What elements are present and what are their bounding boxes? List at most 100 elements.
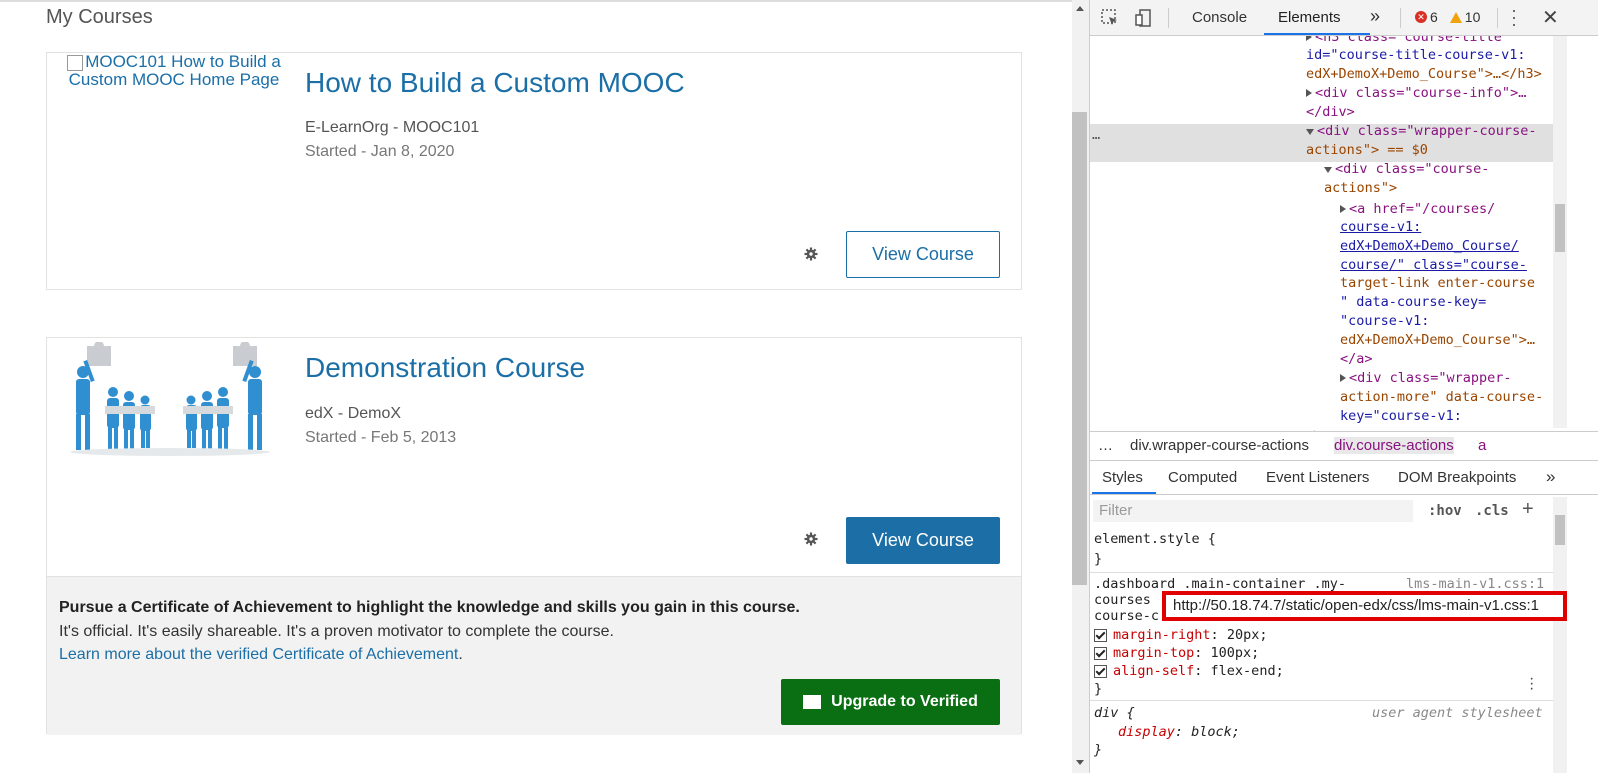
- tab-console[interactable]: Console: [1192, 9, 1247, 26]
- dom-node-line[interactable]: key="course-v1:: [1340, 407, 1462, 426]
- course-image-broken[interactable]: MOOC101 How to Build a Custom MOOC Home …: [59, 53, 289, 88]
- dom-node-line[interactable]: id="course-title-course-v1:: [1306, 46, 1525, 65]
- tab-elements[interactable]: Elements: [1278, 9, 1341, 26]
- breadcrumb-wrapper-course-actions[interactable]: div.wrapper-course-actions: [1130, 437, 1309, 454]
- dom-node-text: </div>: [1306, 104, 1355, 120]
- rule-menu-icon[interactable]: · · ·: [1529, 671, 1534, 697]
- dom-node-line[interactable]: <div class="course-info">…: [1306, 84, 1526, 103]
- property-value[interactable]: flex-end;: [1211, 663, 1284, 679]
- ua-source: user agent stylesheet: [1372, 705, 1543, 721]
- close-devtools-icon[interactable]: ✕: [1542, 5, 1559, 30]
- dom-tree-scrollbar[interactable]: [1553, 36, 1567, 428]
- css-property[interactable]: align-self: flex-end;: [1094, 662, 1284, 680]
- course-org: edX - DemoX: [305, 405, 402, 422]
- view-course-button[interactable]: View Course: [846, 517, 1000, 564]
- dom-node-text: <div class="wrapper-course-: [1317, 123, 1537, 139]
- error-icon: ✕: [1415, 11, 1427, 23]
- expand-triangle-icon[interactable]: [1306, 89, 1312, 97]
- broken-image-icon: [67, 54, 84, 71]
- dom-node-line[interactable]: </a>: [1340, 350, 1373, 369]
- dom-node-line[interactable]: target-link enter-course: [1340, 274, 1535, 293]
- property-value[interactable]: 20px;: [1227, 627, 1268, 643]
- expand-triangle-icon[interactable]: [1306, 36, 1312, 41]
- styles-pane[interactable]: element.style { } .dashboard .main-conta…: [1090, 528, 1553, 773]
- breadcrumb-more[interactable]: …: [1098, 437, 1113, 454]
- property-value: block;: [1191, 724, 1240, 740]
- property-name[interactable]: align-self: [1113, 663, 1194, 679]
- tab-dom-breakpoints[interactable]: DOM Breakpoints: [1398, 469, 1516, 486]
- dom-node-line[interactable]: </div>: [1306, 103, 1355, 122]
- tab-computed[interactable]: Computed: [1168, 469, 1237, 486]
- view-course-button[interactable]: View Course: [846, 231, 1000, 278]
- rule-selector-cont[interactable]: course-c: [1094, 607, 1159, 625]
- dom-node-line[interactable]: "course-v1:: [1340, 312, 1429, 331]
- dom-node-text: edX+DemoX+Demo_Course">…: [1340, 332, 1536, 348]
- lms-dashboard-page: My Courses MOOC101 How to Build a Custom…: [0, 0, 1072, 773]
- dom-node-line[interactable]: action-more" data-course-: [1340, 388, 1543, 407]
- property-checkbox[interactable]: [1094, 664, 1107, 678]
- dom-node-text: </a>: [1340, 351, 1373, 367]
- scroll-up-arrow-icon[interactable]: [1076, 6, 1084, 11]
- dom-node-line[interactable]: course/" class="course-: [1340, 256, 1527, 275]
- course-title-link[interactable]: Demonstration Course: [305, 352, 585, 384]
- course-title-link[interactable]: How to Build a Custom MOOC: [305, 67, 685, 99]
- dom-node-line[interactable]: <div class="course-: [1324, 160, 1489, 179]
- property-checkbox[interactable]: [1094, 628, 1107, 642]
- css-property[interactable]: margin-right: 20px;: [1094, 626, 1267, 644]
- upgrade-to-verified-button[interactable]: Upgrade to Verified: [781, 679, 1000, 725]
- scrollbar-thumb[interactable]: [1555, 204, 1565, 252]
- dom-node-line[interactable]: <div class="wrapper-: [1340, 369, 1512, 388]
- active-tab-indicator: [1092, 492, 1156, 494]
- css-property[interactable]: margin-top: 100px;: [1094, 644, 1259, 662]
- tab-styles[interactable]: Styles: [1102, 469, 1143, 486]
- property-name[interactable]: margin-top: [1113, 645, 1194, 661]
- course-image[interactable]: [65, 342, 275, 458]
- styles-scrollbar[interactable]: [1553, 497, 1567, 773]
- breadcrumb-a[interactable]: a: [1478, 437, 1486, 454]
- source-url-tooltip: http://50.18.74.7/static/open-edx/css/lm…: [1162, 591, 1567, 621]
- ua-property: display: block;: [1118, 724, 1240, 740]
- scrollbar-thumb[interactable]: [1555, 515, 1565, 545]
- dom-node-line[interactable]: " data-course-key=: [1340, 293, 1486, 312]
- dom-node-line[interactable]: edX+DemoX+Demo_Course">…</h3>: [1306, 65, 1542, 84]
- more-panels-icon[interactable]: »: [1546, 467, 1555, 487]
- certificate-icon: [803, 695, 822, 709]
- gear-icon[interactable]: [804, 247, 818, 261]
- property-checkbox[interactable]: [1094, 646, 1107, 660]
- tab-event-listeners[interactable]: Event Listeners: [1266, 469, 1369, 486]
- styles-filter-input[interactable]: Filter: [1093, 500, 1413, 522]
- scroll-down-arrow-icon[interactable]: [1076, 760, 1084, 765]
- expand-triangle-icon[interactable]: [1340, 374, 1346, 382]
- expand-triangle-icon[interactable]: [1340, 205, 1346, 213]
- page-scrollbar[interactable]: [1072, 0, 1089, 773]
- dom-node-line[interactable]: course-v1:: [1340, 218, 1421, 237]
- property-name[interactable]: margin-right: [1113, 627, 1211, 643]
- dom-node-text: id="course-title-course-v1:: [1306, 47, 1526, 63]
- cert-learn-more-link[interactable]: Learn more about the verified Certificat…: [59, 646, 458, 663]
- dom-node-line[interactable]: actions">: [1324, 179, 1397, 198]
- new-rule-icon[interactable]: +: [1522, 498, 1534, 521]
- collapse-triangle-icon[interactable]: [1306, 129, 1314, 135]
- dom-node-text: " data-course-key=: [1340, 294, 1487, 310]
- property-value[interactable]: 100px;: [1211, 645, 1260, 661]
- hov-toggle[interactable]: :hov: [1428, 503, 1462, 519]
- collapse-triangle-icon[interactable]: [1324, 167, 1332, 173]
- devtools-menu-icon[interactable]: · · ·: [1511, 1, 1517, 33]
- dom-node-line[interactable]: <a href="/courses/: [1340, 200, 1495, 219]
- gear-icon[interactable]: [804, 532, 818, 546]
- inspect-element-icon[interactable]: [1100, 8, 1120, 28]
- ua-selector[interactable]: div {: [1094, 704, 1135, 722]
- device-toolbar-icon[interactable]: [1134, 8, 1154, 28]
- dom-tree[interactable]: … <h3 class="course-title" id="course-tit…: [1090, 36, 1598, 431]
- dom-node-line[interactable]: edX+DemoX+Demo_Course/: [1340, 237, 1519, 256]
- dom-node-line[interactable]: actions"> == $0: [1306, 141, 1428, 160]
- issues-counter[interactable]: ✕ 6 10: [1415, 9, 1480, 25]
- breadcrumb-course-actions[interactable]: div.course-actions: [1334, 437, 1454, 454]
- more-tabs-icon[interactable]: »: [1370, 6, 1380, 27]
- dom-ellipsis[interactable]: …: [1092, 126, 1100, 145]
- element-style-selector[interactable]: element.style {: [1094, 530, 1216, 548]
- cls-toggle[interactable]: .cls: [1475, 503, 1509, 519]
- scrollbar-thumb[interactable]: [1072, 112, 1087, 585]
- dom-node-line[interactable]: <div class="wrapper-course-: [1306, 122, 1536, 141]
- dom-node-line[interactable]: edX+DemoX+Demo_Course">…: [1340, 331, 1535, 350]
